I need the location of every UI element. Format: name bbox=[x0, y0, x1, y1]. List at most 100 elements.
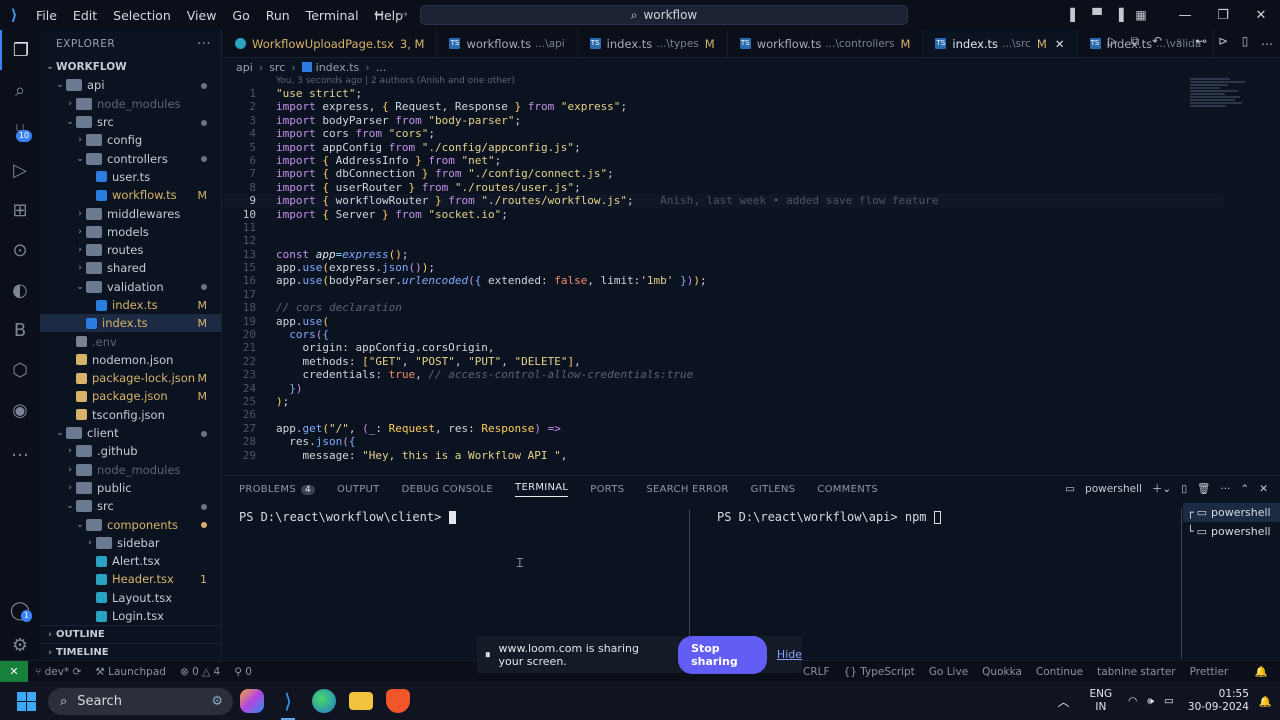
explorer-icon[interactable]: ❐ bbox=[0, 30, 40, 70]
notifications-bell-icon[interactable]: 🔔 bbox=[1255, 665, 1268, 678]
maximize-button[interactable]: ❐ bbox=[1204, 0, 1242, 30]
more-icon[interactable]: … bbox=[0, 430, 40, 470]
split-terminal-icon[interactable]: ▯ bbox=[1181, 483, 1187, 495]
close-tab-icon[interactable]: ✕ bbox=[1055, 37, 1065, 51]
file-item[interactable]: Alert.tsx bbox=[40, 552, 221, 570]
panel-tab-debug-console[interactable]: DEBUG CONSOLE bbox=[402, 484, 493, 495]
more-icon[interactable]: … bbox=[1258, 34, 1276, 54]
notification-center-icon[interactable]: 🔔 bbox=[1259, 695, 1272, 708]
status-item[interactable]: tabnine starter bbox=[1097, 666, 1175, 678]
battery-icon[interactable]: ▭ bbox=[1164, 695, 1174, 707]
folder-item[interactable]: › sidebar bbox=[40, 534, 221, 552]
terminal-left[interactable]: PS D:\react\workflow\client> bbox=[239, 510, 456, 524]
toggle-primary-sidebar-icon[interactable]: ▌ bbox=[1064, 4, 1086, 26]
menu-file[interactable]: File bbox=[28, 8, 65, 23]
bookmark-icon[interactable]: B bbox=[0, 310, 40, 350]
folder-item[interactable]: ⌄ controllers bbox=[40, 149, 221, 167]
timeline-section[interactable]: › TIMELINE bbox=[40, 643, 222, 661]
panel-tab-terminal[interactable]: TERMINAL bbox=[515, 482, 569, 497]
panel-tab-gitlens[interactable]: GITLENS bbox=[751, 484, 796, 495]
docker-icon[interactable]: ⬡ bbox=[0, 350, 40, 390]
launchpad-status[interactable]: ⚒ Launchpad bbox=[88, 666, 173, 678]
code-editor[interactable]: 1 "use strict"; 2 import express, { Reques… bbox=[223, 87, 1223, 462]
split-editor-icon[interactable]: ▯ bbox=[1236, 34, 1254, 54]
gitlens-icon[interactable]: ◉ bbox=[0, 390, 40, 430]
panel-tab-output[interactable]: OUTPUT bbox=[337, 484, 380, 495]
folder-item[interactable]: › node_modules bbox=[40, 461, 221, 479]
branch-status[interactable]: ⑂ dev* ⟳ bbox=[28, 666, 88, 678]
menu-terminal[interactable]: Terminal bbox=[298, 8, 367, 23]
file-item[interactable]: package-lock.json M bbox=[40, 369, 221, 387]
outline-section[interactable]: › OUTLINE bbox=[40, 625, 222, 643]
clock[interactable]: 01:55 30-09-2024 bbox=[1188, 688, 1249, 714]
file-item[interactable]: Layout.tsx bbox=[40, 589, 221, 607]
status-item[interactable]: Prettier bbox=[1190, 666, 1229, 678]
kill-terminal-icon[interactable]: 🗑 bbox=[1197, 482, 1210, 495]
hide-link[interactable]: Hide bbox=[777, 648, 802, 661]
menu-run[interactable]: Run bbox=[258, 8, 298, 23]
remote-indicator-icon[interactable]: ✕ bbox=[0, 660, 28, 683]
terminal-list-item[interactable]: └ ▭ powershell bbox=[1183, 522, 1280, 541]
file-item[interactable]: Login.tsx bbox=[40, 607, 221, 625]
more-icon[interactable]: ··· bbox=[1220, 483, 1230, 495]
go-back-icon[interactable]: ↶ bbox=[1148, 34, 1166, 54]
menu-edit[interactable]: Edit bbox=[65, 8, 105, 23]
breadcrumb-item[interactable]: src bbox=[269, 61, 285, 74]
panel-tab-search-error[interactable]: SEARCH ERROR bbox=[646, 484, 728, 495]
editor-tab[interactable]: TS index.ts ...\src M ✕ bbox=[923, 30, 1078, 57]
edge-icon[interactable] bbox=[312, 689, 336, 713]
run-task-icon[interactable]: ⊳ bbox=[1214, 34, 1232, 54]
git-compare-icon[interactable]: ⊷ bbox=[1192, 34, 1210, 54]
breadcrumb-item[interactable]: index.ts bbox=[316, 61, 360, 74]
panel-tab-ports[interactable]: PORTS bbox=[590, 484, 624, 495]
status-item[interactable]: CRLF bbox=[803, 666, 830, 678]
folder-item[interactable]: ⌄ src bbox=[40, 497, 221, 515]
language-indicator[interactable]: ENG IN bbox=[1090, 688, 1113, 714]
breadcrumb-item[interactable]: api bbox=[236, 61, 253, 74]
editor-tab[interactable]: TS workflow.ts ...\api bbox=[437, 30, 578, 57]
panel-tab-comments[interactable]: COMMENTS bbox=[817, 484, 878, 495]
file-explorer-icon[interactable] bbox=[349, 692, 373, 710]
file-item[interactable]: index.ts M bbox=[40, 296, 221, 314]
file-item[interactable]: user.ts bbox=[40, 168, 221, 186]
close-window-button[interactable]: ✕ bbox=[1242, 0, 1280, 30]
taskbar-search[interactable]: ⌕ Search ⚙ bbox=[48, 688, 233, 715]
file-item[interactable]: package.json M bbox=[40, 387, 221, 405]
file-item[interactable]: nodemon.json bbox=[40, 351, 221, 369]
folder-item[interactable]: ⌄ client bbox=[40, 424, 221, 442]
extensions-icon[interactable]: ⊞ bbox=[0, 190, 40, 230]
status-item[interactable]: Quokka bbox=[982, 666, 1022, 678]
folder-item[interactable]: ⌄ api bbox=[40, 76, 221, 94]
file-item[interactable]: index.ts M bbox=[40, 314, 221, 333]
forward-arrow-icon[interactable]: → bbox=[398, 7, 408, 21]
file-item[interactable]: Header.tsx 1 bbox=[40, 570, 221, 588]
customize-layout-icon[interactable]: ▦ bbox=[1130, 4, 1152, 26]
editor-tab[interactable]: TS workflow.ts ...\controllers M bbox=[728, 30, 924, 57]
minimize-button[interactable]: — bbox=[1166, 0, 1204, 30]
minimap[interactable] bbox=[1190, 78, 1260, 158]
folder-item[interactable]: › middlewares bbox=[40, 204, 221, 222]
editor-tab[interactable]: WorkflowUploadPage.tsx 3, M bbox=[223, 30, 438, 57]
vscode-taskbar-icon[interactable]: ⟩ bbox=[276, 689, 300, 720]
remote-explorer-icon[interactable]: ⊙ bbox=[0, 230, 40, 270]
file-item[interactable]: workflow.ts M bbox=[40, 186, 221, 204]
edge-tools-icon[interactable]: ◐ bbox=[0, 270, 40, 310]
folder-item[interactable]: › .github bbox=[40, 442, 221, 460]
file-item[interactable]: .env bbox=[40, 332, 221, 350]
problems-status[interactable]: ⊗ 0 △ 4 bbox=[173, 666, 227, 678]
brave-icon[interactable] bbox=[386, 689, 410, 713]
volume-icon[interactable]: 🕪 bbox=[1147, 695, 1154, 708]
folder-item[interactable]: ⌄ src bbox=[40, 113, 221, 131]
file-item[interactable]: tsconfig.json bbox=[40, 406, 221, 424]
stop-sharing-button[interactable]: Stop sharing bbox=[678, 635, 767, 674]
run-icon[interactable]: ▷ bbox=[1104, 34, 1122, 54]
compare-icon[interactable]: ⧉ bbox=[1126, 34, 1144, 54]
ports-status[interactable]: ⚲ 0 bbox=[227, 666, 259, 678]
terminal-right[interactable]: PS D:\react\workflow\api> npm bbox=[717, 510, 941, 524]
status-item[interactable]: {} TypeScript bbox=[844, 666, 915, 678]
settings-gear-icon[interactable]: ⚙ bbox=[0, 625, 40, 665]
wifi-icon[interactable]: ◠ bbox=[1128, 695, 1137, 707]
toggle-secondary-sidebar-icon[interactable]: ▐ bbox=[1108, 4, 1130, 26]
maximize-panel-icon[interactable]: ⌃ bbox=[1240, 483, 1249, 495]
more-actions-icon[interactable]: ··· bbox=[197, 37, 211, 52]
